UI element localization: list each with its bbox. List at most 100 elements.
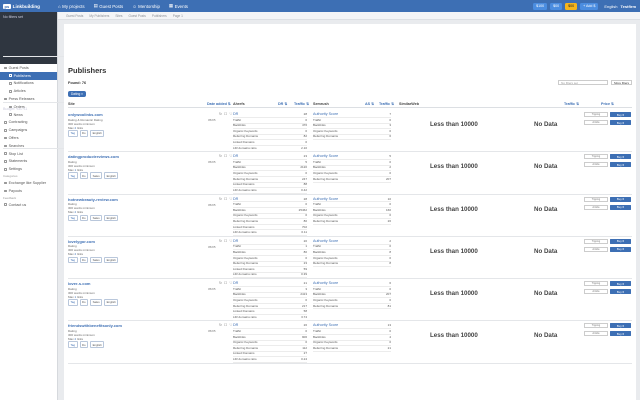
buy-button[interactable]: Buy € xyxy=(610,204,631,210)
buy-button[interactable]: Buy € xyxy=(610,196,631,202)
tipping-option[interactable]: Tipping xyxy=(584,154,608,160)
site-link[interactable]: friendswithbenefitsonly.com xyxy=(68,323,122,328)
breadcrumb-item[interactable]: My Publishers xyxy=(89,14,109,18)
metric-divider xyxy=(313,201,391,203)
article-option[interactable]: Article xyxy=(584,162,608,168)
sidebar-item-label: Payouts xyxy=(8,188,22,193)
favorite-icon[interactable]: ♡ xyxy=(229,323,232,327)
tipping-option[interactable]: Tipping xyxy=(584,323,608,329)
ahrefs-metric-label: Organic Keywords xyxy=(233,171,258,176)
nav-label: Mentorship xyxy=(138,3,160,9)
breadcrumb-item[interactable]: Sites xyxy=(115,14,122,18)
active-filter-tag[interactable]: Dating × xyxy=(68,91,86,97)
more-filters-button[interactable]: More filters xyxy=(611,80,632,85)
site-link[interactable]: hotnewbeauty-review.com xyxy=(68,197,118,202)
col-as[interactable]: AS ⇅ xyxy=(365,102,374,106)
logo[interactable]: ps Linkbuilding xyxy=(0,3,58,9)
semrush-metric-value: 5 xyxy=(389,154,391,159)
bookmark-icon[interactable]: ☐ xyxy=(224,281,227,285)
buy-button[interactable]: Buy € xyxy=(610,162,631,168)
col-traffic[interactable]: Traffic ⇅ xyxy=(294,102,309,106)
attribute-chip: English xyxy=(90,341,105,349)
row-actions: ↻ ☐ ♡ xyxy=(219,323,232,327)
article-option[interactable]: Article xyxy=(584,120,608,125)
menu-icon xyxy=(4,152,7,155)
sidebar-item-payouts[interactable]: Payouts xyxy=(0,187,57,195)
language-selector[interactable]: English xyxy=(604,4,617,9)
site-link[interactable]: onlywoolinks.com xyxy=(68,112,103,117)
app-window: { "topbar": { "logo_mark": "ps", "logo_t… xyxy=(0,0,640,400)
col-price[interactable]: Price ⇅ xyxy=(601,102,614,106)
col-date-added[interactable]: Date added ⇅ xyxy=(207,102,231,106)
nav-mentorship[interactable]: ☺ Mentorship xyxy=(132,3,160,9)
buy-button[interactable]: Buy € xyxy=(610,238,631,244)
bookmark-icon[interactable]: ☐ xyxy=(224,323,227,327)
logo-mark: ps xyxy=(3,3,11,9)
refresh-icon[interactable]: ↻ xyxy=(219,154,222,158)
sidebar-item-statements[interactable]: Statements xyxy=(0,158,57,166)
buy-button[interactable]: Buy € xyxy=(610,281,631,287)
calendar-icon: ▦ xyxy=(168,3,174,8)
table-row: friendswithbenefitsonly.com Dating 300 wor… xyxy=(68,321,632,364)
ahrefs-metric-label: Backlinks xyxy=(233,250,246,255)
ahrefs-metric-label: DR xyxy=(233,154,239,159)
favorite-icon[interactable]: ♡ xyxy=(229,239,232,243)
user-menu[interactable]: Testfirm xyxy=(621,4,636,9)
bookmark-icon[interactable]: ☐ xyxy=(224,197,227,201)
bookmark-icon[interactable]: ☐ xyxy=(224,154,227,158)
buy-button[interactable]: Buy € xyxy=(610,331,631,337)
refresh-icon[interactable]: ↻ xyxy=(219,239,222,243)
article-option[interactable]: Article xyxy=(584,204,608,210)
semrush-metric-value: 0 xyxy=(389,202,391,207)
article-option[interactable]: Article xyxy=(584,289,608,295)
credits-badge[interactable]: $00 xyxy=(550,2,563,10)
sidebar-item-stop-list[interactable]: Stop List xyxy=(0,150,57,158)
article-option[interactable]: Article xyxy=(584,246,608,252)
site-link[interactable]: lover-s.com xyxy=(68,281,90,286)
filter-select[interactable]: No filters set xyxy=(558,80,609,85)
add-funds-button[interactable]: + Add $ xyxy=(580,2,599,10)
tipping-option[interactable]: Tipping xyxy=(584,196,608,202)
breadcrumb-item[interactable]: Guest Posts xyxy=(66,14,83,18)
col-traffic-similarweb[interactable]: Traffic ⇅ xyxy=(564,102,579,106)
sidebar-item-contact[interactable]: Contact us xyxy=(0,201,57,209)
tipping-option[interactable]: Tipping xyxy=(584,238,608,244)
favorite-icon[interactable]: ♡ xyxy=(229,281,232,285)
col-dr[interactable]: DR ⇅ xyxy=(278,102,287,106)
bookmark-icon[interactable]: ☐ xyxy=(224,112,227,116)
balance-badge[interactable]: $100 xyxy=(533,2,548,10)
refresh-icon[interactable]: ↻ xyxy=(219,323,222,327)
site-link[interactable]: datingproductreviews.com xyxy=(68,154,119,159)
breadcrumb-item[interactable]: Publishers xyxy=(152,14,167,18)
favorite-icon[interactable]: ♡ xyxy=(229,197,232,201)
buy-button[interactable]: Buy € xyxy=(610,154,631,160)
ahrefs-metric-label: LIR domains ratio xyxy=(233,145,257,150)
refresh-icon[interactable]: ↻ xyxy=(219,281,222,285)
buy-button[interactable]: Buy € xyxy=(610,289,631,295)
refresh-icon[interactable]: ↻ xyxy=(219,112,222,116)
ahrefs-metric-label: Traffic xyxy=(233,286,242,291)
favorite-icon[interactable]: ♡ xyxy=(229,154,232,158)
buy-button[interactable]: Buy € xyxy=(610,120,631,125)
buy-button[interactable]: Buy € xyxy=(610,112,631,117)
tipping-option[interactable]: Tipping xyxy=(584,112,608,117)
col-traffic-semrush[interactable]: Traffic ⇅ xyxy=(379,102,394,106)
buy-button[interactable]: Buy € xyxy=(610,246,631,252)
nav-my-projects[interactable]: ⌂ My projects xyxy=(58,3,85,9)
nav-guest-posts[interactable]: ▤ Guest Posts xyxy=(94,3,124,9)
tipping-option[interactable]: Tipping xyxy=(584,281,608,287)
buy-button[interactable]: Buy € xyxy=(610,323,631,329)
semrush-metric-label: Organic Keywords xyxy=(313,171,338,176)
bonus-badge[interactable]: $00 xyxy=(565,2,578,10)
ahrefs-metric-label: DR xyxy=(233,112,239,116)
sidebar-item-settings[interactable]: Settings xyxy=(0,165,57,173)
bookmark-icon[interactable]: ☐ xyxy=(224,239,227,243)
sidebar-item-exchange[interactable]: Exchange like Supplier xyxy=(0,179,57,187)
refresh-icon[interactable]: ↻ xyxy=(219,197,222,201)
article-option[interactable]: Article xyxy=(584,331,608,337)
site-link[interactable]: lovelygor.com xyxy=(68,239,95,244)
favorite-icon[interactable]: ♡ xyxy=(229,112,232,116)
ahrefs-metric-value: 88 xyxy=(303,182,307,187)
breadcrumb-item[interactable]: Guest Posts xyxy=(129,14,146,18)
nav-events[interactable]: ▦ Events xyxy=(169,3,188,9)
